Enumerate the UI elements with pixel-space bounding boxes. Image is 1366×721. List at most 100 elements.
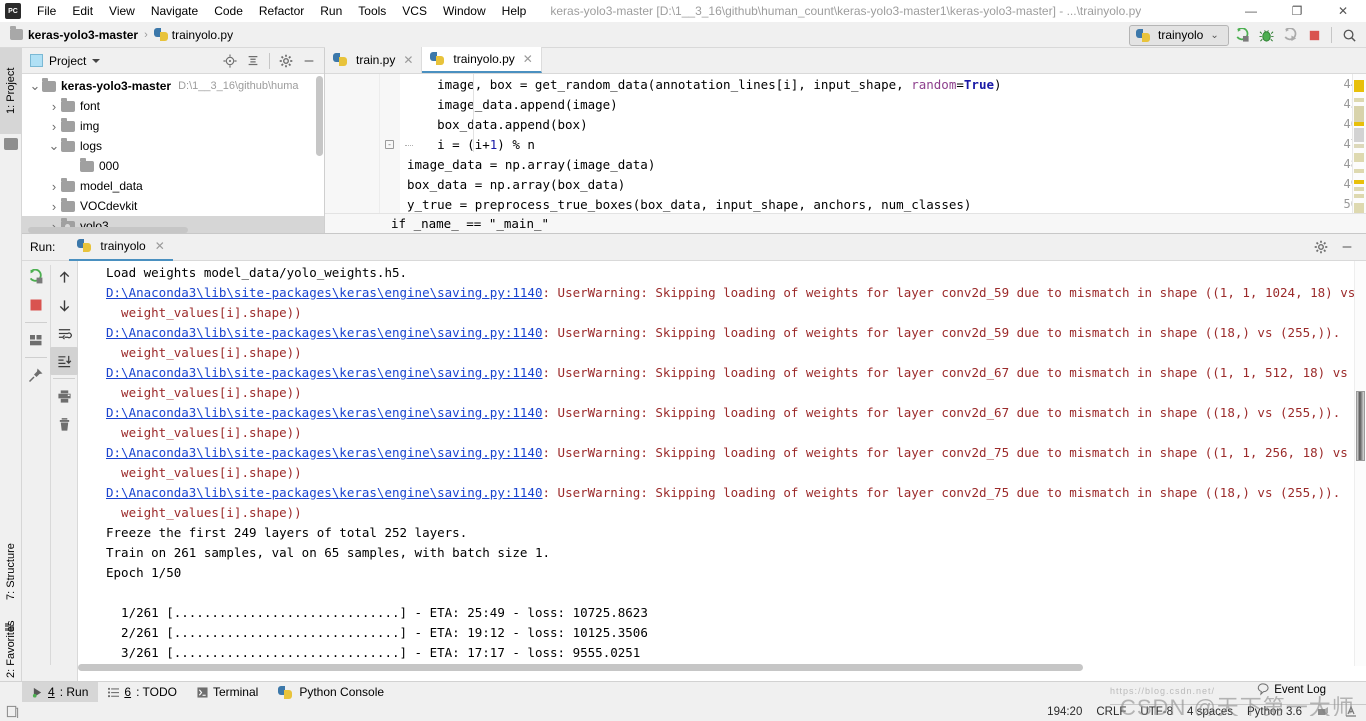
tree-node-logs[interactable]: ⌄ logs (22, 136, 324, 156)
python-interpreter[interactable]: Python 3.6 (1247, 706, 1302, 718)
console-marker-strip[interactable] (1354, 261, 1366, 666)
bottom-tab-python-console[interactable]: Python Console (268, 682, 394, 703)
run-icon[interactable] (1231, 24, 1253, 46)
event-log-button[interactable]: Event Log (1257, 683, 1326, 696)
chevron-right-icon[interactable]: › (47, 119, 61, 134)
debug-icon[interactable] (1255, 24, 1277, 46)
menu-view[interactable]: View (101, 1, 143, 21)
run-with-coverage-icon[interactable] (1279, 24, 1301, 46)
bottom-tab-todo[interactable]: 6: TODO (98, 682, 187, 703)
menu-edit[interactable]: Edit (64, 1, 101, 21)
memory-indicator-icon[interactable] (6, 705, 19, 718)
sidebar-item-project[interactable]: 1: Project (0, 48, 22, 134)
console-warning-line[interactable]: D:\Anaconda3\lib\site-packages\keras\eng… (106, 443, 1366, 463)
menu-refactor[interactable]: Refactor (251, 1, 312, 21)
menu-run[interactable]: Run (312, 1, 350, 21)
console-horizontal-scrollbar[interactable] (78, 664, 1083, 671)
line-separator[interactable]: CRLF (1096, 706, 1126, 718)
editor-marker-strip[interactable] (1352, 74, 1366, 233)
scroll-to-end-icon[interactable] (50, 347, 78, 375)
menu-window[interactable]: Window (435, 1, 494, 21)
console-warning-line[interactable]: D:\Anaconda3\lib\site-packages\keras\eng… (106, 323, 1340, 343)
run-tab-trainyolo[interactable]: trainyolo ✕ (69, 234, 173, 261)
tree-node-vocdevkit[interactable]: › VOCdevkit (22, 196, 324, 216)
tree-node-000[interactable]: 000 (22, 156, 324, 176)
code-line[interactable]: i = (i+1) % n (437, 137, 535, 152)
tab-train-py[interactable]: train.py ✕ (325, 47, 423, 73)
chevron-down-icon[interactable]: ⌄ (47, 139, 61, 152)
run-configuration-selector[interactable]: trainyolo ⌄ (1129, 24, 1229, 46)
menu-vcs[interactable]: VCS (394, 1, 435, 21)
menu-code[interactable]: Code (206, 1, 251, 21)
fold-collapse-icon[interactable]: - (385, 140, 394, 149)
chevron-right-icon[interactable]: › (47, 179, 61, 194)
console-file-link[interactable]: D:\Anaconda3\lib\site-packages\keras\eng… (106, 485, 543, 500)
close-icon[interactable]: ✕ (155, 239, 165, 253)
search-everywhere-icon[interactable] (1338, 24, 1360, 46)
breadcrumb-project[interactable]: keras-yolo3-master (28, 28, 138, 42)
console-vertical-scrollbar[interactable] (1356, 391, 1365, 461)
breadcrumb-file[interactable]: trainyolo.py (172, 28, 233, 42)
pin-icon[interactable] (22, 361, 50, 389)
rerun-icon[interactable] (22, 263, 50, 291)
code-line[interactable]: image_data.append(image) (437, 97, 618, 112)
console-warning-line[interactable]: D:\Anaconda3\lib\site-packages\keras\eng… (106, 363, 1366, 383)
minimize-button[interactable]: — (1228, 0, 1274, 22)
console-file-link[interactable]: D:\Anaconda3\lib\site-packages\keras\eng… (106, 365, 543, 380)
soft-wrap-icon[interactable] (50, 319, 78, 347)
menu-file[interactable]: File (29, 1, 64, 21)
console-output[interactable]: Load weights model_data/yolo_weights.h5.… (78, 261, 1366, 666)
print-icon[interactable] (50, 382, 78, 410)
console-warning-line[interactable]: D:\Anaconda3\lib\site-packages\keras\eng… (106, 403, 1340, 423)
code-line[interactable]: box_data.append(box) (437, 117, 588, 132)
close-icon[interactable]: ✕ (523, 52, 533, 66)
stop-icon[interactable] (1303, 24, 1325, 46)
maximize-button[interactable]: ❐ (1274, 0, 1320, 22)
tab-trainyolo-py[interactable]: trainyolo.py ✕ (422, 47, 542, 73)
menu-navigate[interactable]: Navigate (143, 1, 206, 21)
console-warning-line[interactable]: D:\Anaconda3\lib\site-packages\keras\eng… (106, 283, 1366, 303)
code-line[interactable]: y_true = preprocess_true_boxes(box_data,… (407, 197, 971, 212)
menu-tools[interactable]: Tools (350, 1, 394, 21)
restore-layout-icon[interactable] (22, 326, 50, 354)
bottom-tab-run[interactable]: 4: Run (22, 681, 99, 703)
inspection-icon[interactable] (1344, 704, 1358, 719)
indent-setting[interactable]: 4 spaces (1187, 706, 1233, 718)
code-line[interactable]: box_data = np.array(box_data) (407, 177, 625, 192)
tree-node-img[interactable]: › img (22, 116, 324, 136)
code-editor[interactable]: 44 image, box = get_random_data(annotatio… (325, 74, 1366, 233)
stop-icon[interactable] (22, 291, 50, 319)
collapse-all-icon[interactable] (242, 50, 264, 72)
scroll-down-icon[interactable] (50, 291, 78, 319)
project-tree[interactable]: ⌄ keras-yolo3-master D:\1__3_16\github\hum… (22, 74, 324, 233)
gear-icon[interactable] (275, 50, 297, 72)
close-button[interactable]: ✕ (1320, 0, 1366, 22)
console-file-link[interactable]: D:\Anaconda3\lib\site-packages\keras\eng… (106, 285, 543, 300)
console-warning-line[interactable]: D:\Anaconda3\lib\site-packages\keras\eng… (106, 483, 1340, 503)
tree-node-font[interactable]: › font (22, 96, 324, 116)
clear-all-icon[interactable] (50, 410, 78, 438)
chevron-down-icon[interactable] (92, 58, 101, 63)
hide-icon[interactable] (298, 50, 320, 72)
chevron-down-icon[interactable]: ⌄ (28, 79, 42, 92)
console-file-link[interactable]: D:\Anaconda3\lib\site-packages\keras\eng… (106, 325, 543, 340)
code-folding-gutter[interactable] (380, 74, 400, 233)
scroll-up-icon[interactable] (50, 263, 78, 291)
menu-help[interactable]: Help (494, 1, 535, 21)
project-vertical-scrollbar[interactable] (316, 76, 323, 156)
vcs-branch-icon[interactable] (1316, 705, 1330, 719)
locate-icon[interactable] (219, 50, 241, 72)
gear-icon[interactable] (1310, 236, 1332, 258)
file-encoding[interactable]: UTF-8 (1140, 706, 1173, 718)
close-icon[interactable]: ✕ (403, 53, 413, 67)
code-line[interactable]: image, box = get_random_data(annotation_… (437, 77, 1001, 92)
tree-node-keras-yolo3-master[interactable]: ⌄ keras-yolo3-master D:\1__3_16\github\hum… (22, 76, 324, 96)
console-file-link[interactable]: D:\Anaconda3\lib\site-packages\keras\eng… (106, 445, 543, 460)
caret-position[interactable]: 194:20 (1047, 706, 1082, 718)
code-line[interactable]: image_data = np.array(image_data) (407, 157, 655, 172)
hide-icon[interactable] (1336, 236, 1358, 258)
chevron-right-icon[interactable]: › (47, 99, 61, 114)
tree-node-model-data[interactable]: › model_data (22, 176, 324, 196)
console-file-link[interactable]: D:\Anaconda3\lib\site-packages\keras\eng… (106, 405, 543, 420)
bottom-tab-terminal[interactable]: Terminal (187, 682, 268, 703)
